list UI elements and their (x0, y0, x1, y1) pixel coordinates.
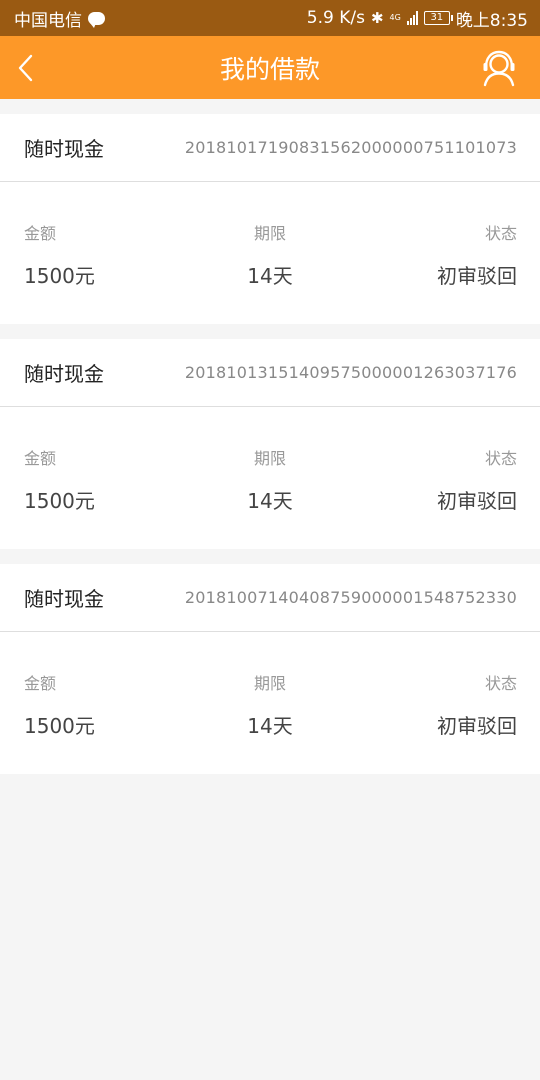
loan-product-name: 随时现金 (24, 362, 104, 386)
loan-card[interactable]: 随时现金 20181017190831562000000751101073 金额… (0, 114, 540, 324)
status-bar-right: 5.9 K/s ✱ 4G 31 晚上8:35 (307, 6, 528, 31)
status-column: 状态 初审驳回 (437, 670, 517, 739)
battery-icon: 31 (423, 11, 453, 25)
loan-card-header: 随时现金 20181007140408759000001548752330 (0, 564, 540, 632)
network-type-label: 4G (389, 13, 401, 22)
loan-card-body: 金额 1500元 期限 14天 状态 初审驳回 (0, 407, 540, 549)
loan-card[interactable]: 随时现金 20181013151409575000001263037176 金额… (0, 339, 540, 549)
status-label: 状态 (484, 224, 517, 243)
status-value: 初审驳回 (437, 714, 517, 738)
signal-strength-icon (406, 11, 418, 25)
status-bar-left: 中国电信 (14, 6, 105, 31)
status-label: 状态 (484, 674, 517, 693)
nav-bar: 我的借款 (0, 36, 540, 99)
status-label: 状态 (484, 449, 517, 468)
chevron-left-icon (18, 54, 33, 82)
loan-card-header: 随时现金 20181013151409575000001263037176 (0, 339, 540, 407)
loan-card-body: 金额 1500元 期限 14天 状态 初审驳回 (0, 182, 540, 324)
loan-order-number: 20181017190831562000000751101073 (184, 138, 517, 157)
status-column: 状态 初审驳回 (437, 220, 517, 289)
loan-product-name: 随时现金 (24, 587, 104, 611)
page-title: 我的借款 (219, 54, 320, 84)
status-column: 状态 初审驳回 (437, 445, 517, 514)
customer-service-button[interactable] (480, 49, 518, 87)
status-bar: 中国电信 5.9 K/s ✱ 4G 31 晚上8:35 (0, 0, 540, 36)
loan-card-header: 随时现金 20181017190831562000000751101073 (0, 114, 540, 182)
loan-product-name: 随时现金 (24, 137, 104, 161)
carrier-name: 中国电信 (14, 10, 82, 31)
loan-order-number: 20181007140408759000001548752330 (184, 588, 517, 607)
battery-level: 31 (430, 12, 444, 23)
bluetooth-icon: ✱ (370, 9, 384, 27)
clock: 晚上8:35 (455, 10, 528, 31)
customer-service-icon (483, 50, 515, 87)
loan-card-body: 金额 1500元 期限 14天 状态 初审驳回 (0, 632, 540, 774)
message-notification-icon (88, 11, 105, 28)
network-type: 4G (390, 14, 401, 22)
net-speed: 5.9 K/s (306, 8, 365, 28)
loan-card[interactable]: 随时现金 20181007140408759000001548752330 金额… (0, 564, 540, 774)
loan-order-number: 20181013151409575000001263037176 (184, 363, 517, 382)
status-value: 初审驳回 (437, 264, 517, 288)
status-value: 初审驳回 (437, 489, 517, 513)
back-button[interactable] (8, 50, 44, 86)
